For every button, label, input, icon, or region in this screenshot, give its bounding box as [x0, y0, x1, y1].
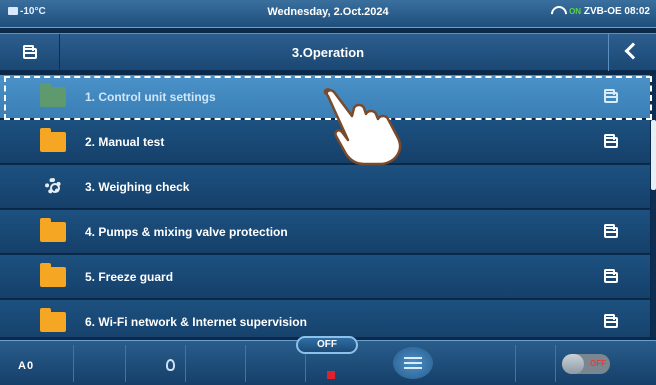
page-title: 3.Operation [291, 45, 365, 60]
power-toggle[interactable]: OFF [562, 354, 610, 374]
wifi-icon [551, 6, 563, 16]
toggle-knob [562, 354, 584, 374]
on-indicator: ON [569, 7, 582, 16]
mode-button[interactable]: A0 [0, 345, 74, 382]
title-bar: 3.Operation [0, 33, 656, 71]
gear-icon [45, 178, 61, 194]
folder-icon [40, 308, 66, 332]
state-badge: OFF [296, 336, 358, 354]
folder-icon [40, 128, 66, 152]
folder-icon [40, 83, 66, 107]
submenu-folder-icon [604, 269, 618, 283]
scrollbar-thumb[interactable] [651, 120, 656, 190]
scrollbar-track[interactable] [651, 75, 656, 337]
bottom-slot [456, 345, 516, 382]
menu-item-weighing-check[interactable]: 3. Weighing check [0, 165, 650, 209]
menu-item-label: 2. Manual test [85, 135, 165, 149]
menu-item-freeze-guard[interactable]: 5. Freeze guard [0, 255, 650, 299]
menu-item-label: 6. Wi-Fi network & Internet supervision [85, 315, 307, 329]
status-right: ON ZVB-OE 08:02 [551, 6, 650, 17]
folder-icon [40, 263, 66, 287]
bottom-slot [186, 345, 246, 382]
menu-item-label: 1. Control unit settings [85, 90, 216, 104]
menu-item-label: 5. Freeze guard [85, 270, 174, 284]
status-indicator-dot [327, 371, 335, 379]
submenu-folder-icon [604, 314, 618, 328]
menu-item-label: 4. Pumps & mixing valve protection [85, 225, 288, 239]
folder-icon [40, 218, 66, 242]
pointing-hand-icon [323, 88, 402, 166]
submenu-folder-icon [604, 224, 618, 238]
menu-item-pumps-mixing-valve-protection[interactable]: 4. Pumps & mixing valve protection [0, 210, 650, 254]
bottom-slot [126, 345, 186, 382]
toggle-label: OFF [590, 359, 606, 368]
status-bar: -10°C Wednesday, 2.Oct.2024 ON ZVB-OE 08… [0, 0, 656, 28]
back-button[interactable] [608, 34, 656, 71]
menu-item-label: 3. Weighing check [85, 180, 190, 194]
flame-button[interactable] [74, 345, 175, 382]
bottom-bar: A0 OFF OFF [0, 336, 656, 385]
status-time: 08:02 [624, 6, 650, 17]
submenu-folder-icon [604, 89, 618, 103]
submenu-folder-icon [604, 134, 618, 148]
bottom-slot [516, 345, 556, 382]
menu-item-wifi-internet-supervision[interactable]: 6. Wi-Fi network & Internet supervision [0, 300, 650, 337]
back-chevron-icon [624, 42, 642, 60]
mode-label: A0 [18, 360, 35, 372]
menu-icon [404, 357, 422, 369]
device-id: ZVB-OE [583, 6, 622, 17]
